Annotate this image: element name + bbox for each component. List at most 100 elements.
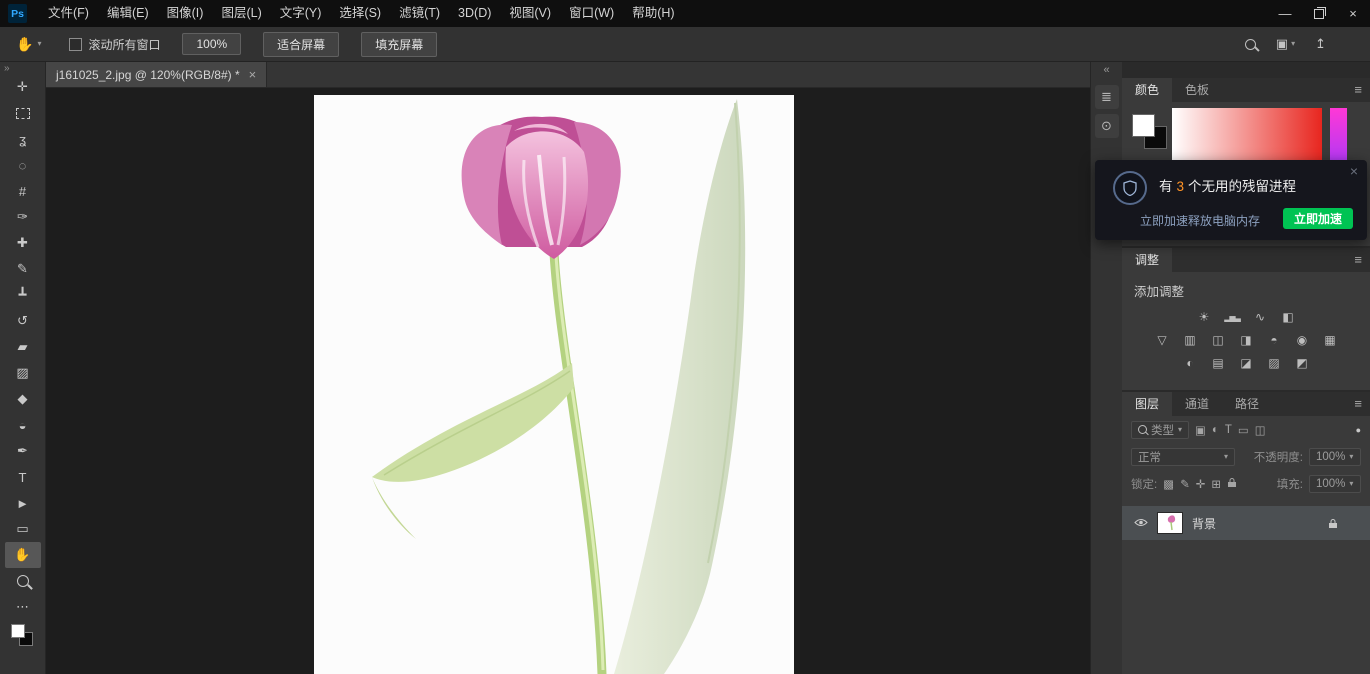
filter-pixel-layers-icon[interactable]: ▣ bbox=[1195, 423, 1206, 437]
layer-filter-toggle[interactable]: ● bbox=[1356, 425, 1361, 435]
filter-adjustment-layers-icon[interactable]: ◐ bbox=[1212, 424, 1219, 436]
gradient-tool[interactable]: ▨ bbox=[5, 360, 41, 386]
dodge-tool[interactable]: ◒ bbox=[5, 412, 41, 438]
levels-icon[interactable]: ▂▅▃ bbox=[1222, 307, 1242, 327]
eraser-tool[interactable]: ▰ bbox=[5, 334, 41, 360]
opacity-dropdown[interactable]: 100% ▾ bbox=[1309, 448, 1361, 466]
layer-filter-dropdown[interactable]: 类型 ▾ bbox=[1131, 421, 1189, 439]
lock-all-icon[interactable] bbox=[1227, 477, 1237, 491]
tab-swatches[interactable]: 色板 bbox=[1172, 78, 1222, 102]
color-lookup-icon[interactable]: ▦ bbox=[1320, 330, 1340, 350]
lock-position-icon[interactable]: ✛ bbox=[1196, 477, 1206, 491]
lock-artboard-icon[interactable]: ⊞ bbox=[1211, 477, 1221, 491]
menu-filter[interactable]: 滤镜(T) bbox=[390, 0, 449, 27]
menu-file[interactable]: 文件(F) bbox=[39, 0, 98, 27]
color-balance-icon[interactable]: ◫ bbox=[1208, 330, 1228, 350]
blur-tool[interactable]: ◆ bbox=[5, 386, 41, 412]
crop-tool[interactable]: # bbox=[5, 178, 41, 204]
menu-layer[interactable]: 图层(L) bbox=[212, 0, 270, 27]
tab-color[interactable]: 颜色 bbox=[1122, 78, 1172, 102]
collapsed-panel-properties[interactable]: ≣ bbox=[1095, 85, 1119, 109]
tab-adjustments[interactable]: 调整 bbox=[1122, 248, 1172, 272]
lock-image-pixels-icon[interactable]: ✎ bbox=[1180, 477, 1190, 491]
document-tab[interactable]: j161025_2.jpg @ 120%(RGB/8#) * × bbox=[46, 62, 267, 87]
filter-smart-objects-icon[interactable]: ◫ bbox=[1255, 423, 1266, 437]
image-tulip-photo[interactable] bbox=[314, 95, 794, 674]
tab-layers[interactable]: 图层 bbox=[1122, 392, 1172, 416]
pen-tool[interactable]: ✒ bbox=[5, 438, 41, 464]
posterize-icon[interactable]: ▤ bbox=[1208, 353, 1228, 373]
toolbar-collapse-button[interactable]: » bbox=[0, 62, 14, 74]
layer-row-background[interactable]: 背景 bbox=[1122, 506, 1370, 540]
menu-help[interactable]: 帮助(H) bbox=[623, 0, 683, 27]
fit-screen-button[interactable]: 适合屏幕 bbox=[263, 32, 339, 57]
speed-up-button[interactable]: 立即加速 bbox=[1283, 208, 1353, 229]
eyedropper-tool[interactable]: ✑ bbox=[5, 204, 41, 230]
brush-tool[interactable]: ✎ bbox=[5, 256, 41, 282]
fill-dropdown[interactable]: 100% ▾ bbox=[1309, 475, 1361, 493]
foreground-color-swatch[interactable] bbox=[1132, 114, 1155, 137]
clone-stamp-tool[interactable]: ┻ bbox=[5, 282, 41, 308]
lasso-tool[interactable]: ʓ bbox=[5, 126, 41, 152]
fill-screen-button[interactable]: 填充屏幕 bbox=[361, 32, 437, 57]
layer-visibility-eye-icon[interactable] bbox=[1134, 514, 1148, 532]
scroll-all-windows-checkbox[interactable] bbox=[69, 38, 82, 51]
hue-saturation-icon[interactable]: ▥ bbox=[1180, 330, 1200, 350]
collapsed-panel-info[interactable]: ⊙ bbox=[1095, 114, 1119, 138]
gradient-map-icon[interactable]: ▨ bbox=[1264, 353, 1284, 373]
blend-mode-dropdown[interactable]: 正常 ▾ bbox=[1131, 448, 1235, 466]
lock-transparent-pixels-icon[interactable]: ▩ bbox=[1163, 477, 1174, 491]
spot-healing-brush-tool[interactable]: ✚ bbox=[5, 230, 41, 256]
threshold-icon[interactable]: ◪ bbox=[1236, 353, 1256, 373]
filter-shape-layers-icon[interactable]: ▭ bbox=[1238, 423, 1249, 437]
panels-collapse-button[interactable]: « bbox=[1091, 62, 1122, 80]
search-icon[interactable] bbox=[1245, 39, 1256, 50]
rectangular-marquee-tool[interactable] bbox=[5, 100, 41, 126]
restore-button[interactable] bbox=[1302, 0, 1336, 27]
quick-selection-tool[interactable]: ◌ bbox=[5, 152, 41, 178]
close-button[interactable]: × bbox=[1336, 0, 1370, 27]
type-tool[interactable]: T bbox=[5, 464, 41, 490]
tab-close-icon[interactable]: × bbox=[249, 67, 257, 82]
hand-tool[interactable]: ✋ bbox=[5, 542, 41, 568]
move-tool[interactable]: ✛ bbox=[5, 74, 41, 100]
channel-mixer-icon[interactable]: ◉ bbox=[1292, 330, 1312, 350]
invert-icon[interactable]: ◐ bbox=[1180, 353, 1200, 373]
menu-view[interactable]: 视图(V) bbox=[500, 0, 560, 27]
path-selection-tool[interactable]: ► bbox=[5, 490, 41, 516]
layer-thumbnail[interactable] bbox=[1157, 512, 1183, 534]
panel-menu-icon[interactable]: ≡ bbox=[1354, 248, 1362, 272]
tab-paths[interactable]: 路径 bbox=[1222, 392, 1272, 416]
history-brush-tool[interactable]: ↺ bbox=[5, 308, 41, 334]
canvas[interactable] bbox=[46, 88, 1090, 674]
curves-icon[interactable]: ∿ bbox=[1250, 307, 1270, 327]
menu-type[interactable]: 文字(Y) bbox=[271, 0, 331, 27]
menu-3d[interactable]: 3D(D) bbox=[449, 0, 500, 27]
rectangle-tool[interactable]: ▭ bbox=[5, 516, 41, 542]
edit-toolbar-button[interactable]: ⋯ bbox=[5, 594, 41, 620]
menu-window[interactable]: 窗口(W) bbox=[560, 0, 623, 27]
panel-menu-icon[interactable]: ≡ bbox=[1354, 392, 1362, 416]
panel-menu-icon[interactable]: ≡ bbox=[1354, 78, 1362, 102]
zoom-tool[interactable] bbox=[5, 568, 41, 594]
popup-close-icon[interactable]: × bbox=[1350, 163, 1358, 179]
popup-link[interactable]: 立即加速释放电脑内存 bbox=[1140, 212, 1260, 229]
black-white-icon[interactable]: ◨ bbox=[1236, 330, 1256, 350]
selective-color-icon[interactable]: ◩ bbox=[1292, 353, 1312, 373]
vibrance-icon[interactable]: ▽ bbox=[1152, 330, 1172, 350]
foreground-color-swatch[interactable] bbox=[11, 624, 25, 638]
menu-select[interactable]: 选择(S) bbox=[330, 0, 390, 27]
share-icon[interactable]: ↥ bbox=[1315, 36, 1326, 52]
menu-edit[interactable]: 编辑(E) bbox=[98, 0, 158, 27]
foreground-background-swatches[interactable] bbox=[11, 624, 34, 647]
photo-filter-icon[interactable]: ◓ bbox=[1264, 330, 1284, 350]
brightness-contrast-icon[interactable]: ☀ bbox=[1194, 307, 1214, 327]
active-tool-preset[interactable]: ✋ ▾ bbox=[16, 37, 41, 51]
minimize-button[interactable]: — bbox=[1268, 0, 1302, 27]
menu-image[interactable]: 图像(I) bbox=[158, 0, 213, 27]
exposure-icon[interactable]: ◧ bbox=[1278, 307, 1298, 327]
zoom-100-button[interactable]: 100% bbox=[182, 33, 241, 55]
filter-type-layers-icon[interactable]: T bbox=[1225, 424, 1232, 436]
tab-channels[interactable]: 通道 bbox=[1172, 392, 1222, 416]
workspace-switcher[interactable]: ▣ ▾ bbox=[1276, 36, 1295, 52]
